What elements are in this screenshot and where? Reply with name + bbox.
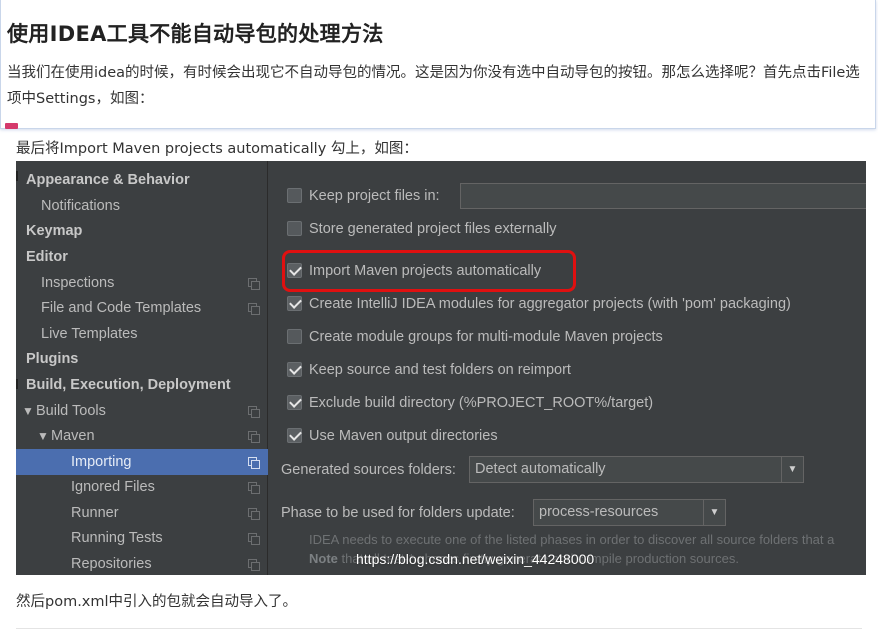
sidebar-item-appearance-behavior[interactable]: Appearance & Behavior bbox=[16, 167, 268, 193]
option-import-maven-automatically[interactable]: Import Maven projects automatically bbox=[287, 260, 541, 282]
checkbox[interactable] bbox=[287, 187, 302, 203]
article-paragraph: 当我们在使用idea的时候，有时候会出现它不自动导包的情况。这是因为你没有选中自… bbox=[7, 65, 860, 107]
project-scope-icon bbox=[248, 508, 260, 520]
sidebar-item-editor[interactable]: Editor bbox=[16, 244, 268, 270]
checkbox[interactable] bbox=[287, 427, 302, 443]
option-keep-source-test-folders[interactable]: Keep source and test folders on reimport bbox=[287, 359, 571, 381]
phase-select[interactable]: process-resources ▼ bbox=[533, 499, 726, 526]
checkbox[interactable] bbox=[287, 394, 302, 410]
watermark: https://blog.csdn.net/weixin_44248000 bbox=[356, 551, 595, 567]
project-scope-icon bbox=[248, 457, 260, 469]
sidebar-item-live-templates[interactable]: Live Templates bbox=[16, 321, 268, 347]
sidebar-item-keymap[interactable]: Keymap bbox=[16, 218, 268, 244]
project-scope-icon bbox=[248, 482, 260, 494]
checkbox[interactable] bbox=[287, 220, 302, 236]
sidebar-item-notifications[interactable]: Notifications bbox=[16, 193, 268, 219]
phase-label: Phase to be used for folders update: bbox=[281, 505, 515, 521]
option-exclude-build-directory[interactable]: Exclude build directory (%PROJECT_ROOT%/… bbox=[287, 392, 653, 414]
sidebar-item-repositories[interactable]: Repositories bbox=[16, 551, 268, 575]
project-scope-icon bbox=[248, 533, 260, 545]
sidebar-item-build-tools[interactable]: ▼ Build Tools bbox=[16, 398, 268, 424]
sidebar-item-ignored-files[interactable]: Ignored Files bbox=[16, 474, 268, 500]
option-use-maven-output-dirs[interactable]: Use Maven output directories bbox=[287, 425, 498, 447]
option-create-modules-aggregator[interactable]: Create IntelliJ IDEA modules for aggrega… bbox=[287, 293, 791, 315]
divider bbox=[16, 628, 862, 629]
expand-arrow-icon[interactable]: ▼ bbox=[37, 423, 51, 449]
project-scope-icon bbox=[248, 431, 260, 443]
ide-settings-screenshot: Appearance & Behavior Notifications Keym… bbox=[16, 161, 866, 575]
option-store-generated-externally[interactable]: Store generated project files externally bbox=[287, 218, 556, 240]
sidebar-item-file-code-templates[interactable]: File and Code Templates bbox=[16, 295, 268, 321]
chevron-down-icon[interactable]: ▼ bbox=[781, 457, 803, 482]
checkbox[interactable] bbox=[287, 328, 302, 344]
caption-bottom: 然后pom.xml中引入的包就会自动导入了。 bbox=[16, 594, 298, 610]
project-scope-icon bbox=[248, 303, 260, 315]
generated-sources-label: Generated sources folders: bbox=[281, 462, 456, 478]
project-scope-icon bbox=[248, 278, 260, 290]
sidebar-item-runner[interactable]: Runner bbox=[16, 500, 268, 526]
sidebar-item-build-execution-deployment[interactable]: Build, Execution, Deployment bbox=[16, 372, 268, 398]
checkbox[interactable] bbox=[287, 262, 302, 278]
article-title: 使用IDEA工具不能自动导包的处理方法 bbox=[7, 22, 384, 46]
sidebar-item-plugins[interactable]: Plugins bbox=[16, 346, 268, 372]
project-scope-icon bbox=[248, 406, 260, 418]
settings-content: Keep project files in: Store generated p… bbox=[269, 161, 866, 575]
checkbox[interactable] bbox=[287, 295, 302, 311]
sidebar-item-importing[interactable]: Importing bbox=[16, 449, 268, 475]
sidebar-item-running-tests[interactable]: Running Tests bbox=[16, 525, 268, 551]
generated-sources-select[interactable]: Detect automatically ▼ bbox=[469, 456, 804, 483]
project-files-path-input[interactable] bbox=[460, 183, 866, 209]
option-keep-project-files[interactable]: Keep project files in: bbox=[287, 185, 440, 207]
sidebar-item-inspections[interactable]: Inspections bbox=[16, 270, 268, 296]
article-header-card: 使用IDEA工具不能自动导包的处理方法 当我们在使用idea的时候，有时候会出现… bbox=[0, 0, 876, 129]
checkbox[interactable] bbox=[287, 361, 302, 377]
project-scope-icon bbox=[248, 559, 260, 571]
settings-sidebar: Appearance & Behavior Notifications Keym… bbox=[16, 161, 268, 575]
sidebar-item-maven[interactable]: ▼ Maven bbox=[16, 423, 268, 449]
expand-arrow-icon[interactable]: ▼ bbox=[22, 398, 36, 424]
option-create-module-groups[interactable]: Create module groups for multi-module Ma… bbox=[287, 326, 663, 348]
accent-mark bbox=[5, 123, 18, 129]
chevron-down-icon[interactable]: ▼ bbox=[703, 500, 725, 525]
caption-top: 最后将Import Maven projects automatically 勾… bbox=[16, 141, 418, 157]
